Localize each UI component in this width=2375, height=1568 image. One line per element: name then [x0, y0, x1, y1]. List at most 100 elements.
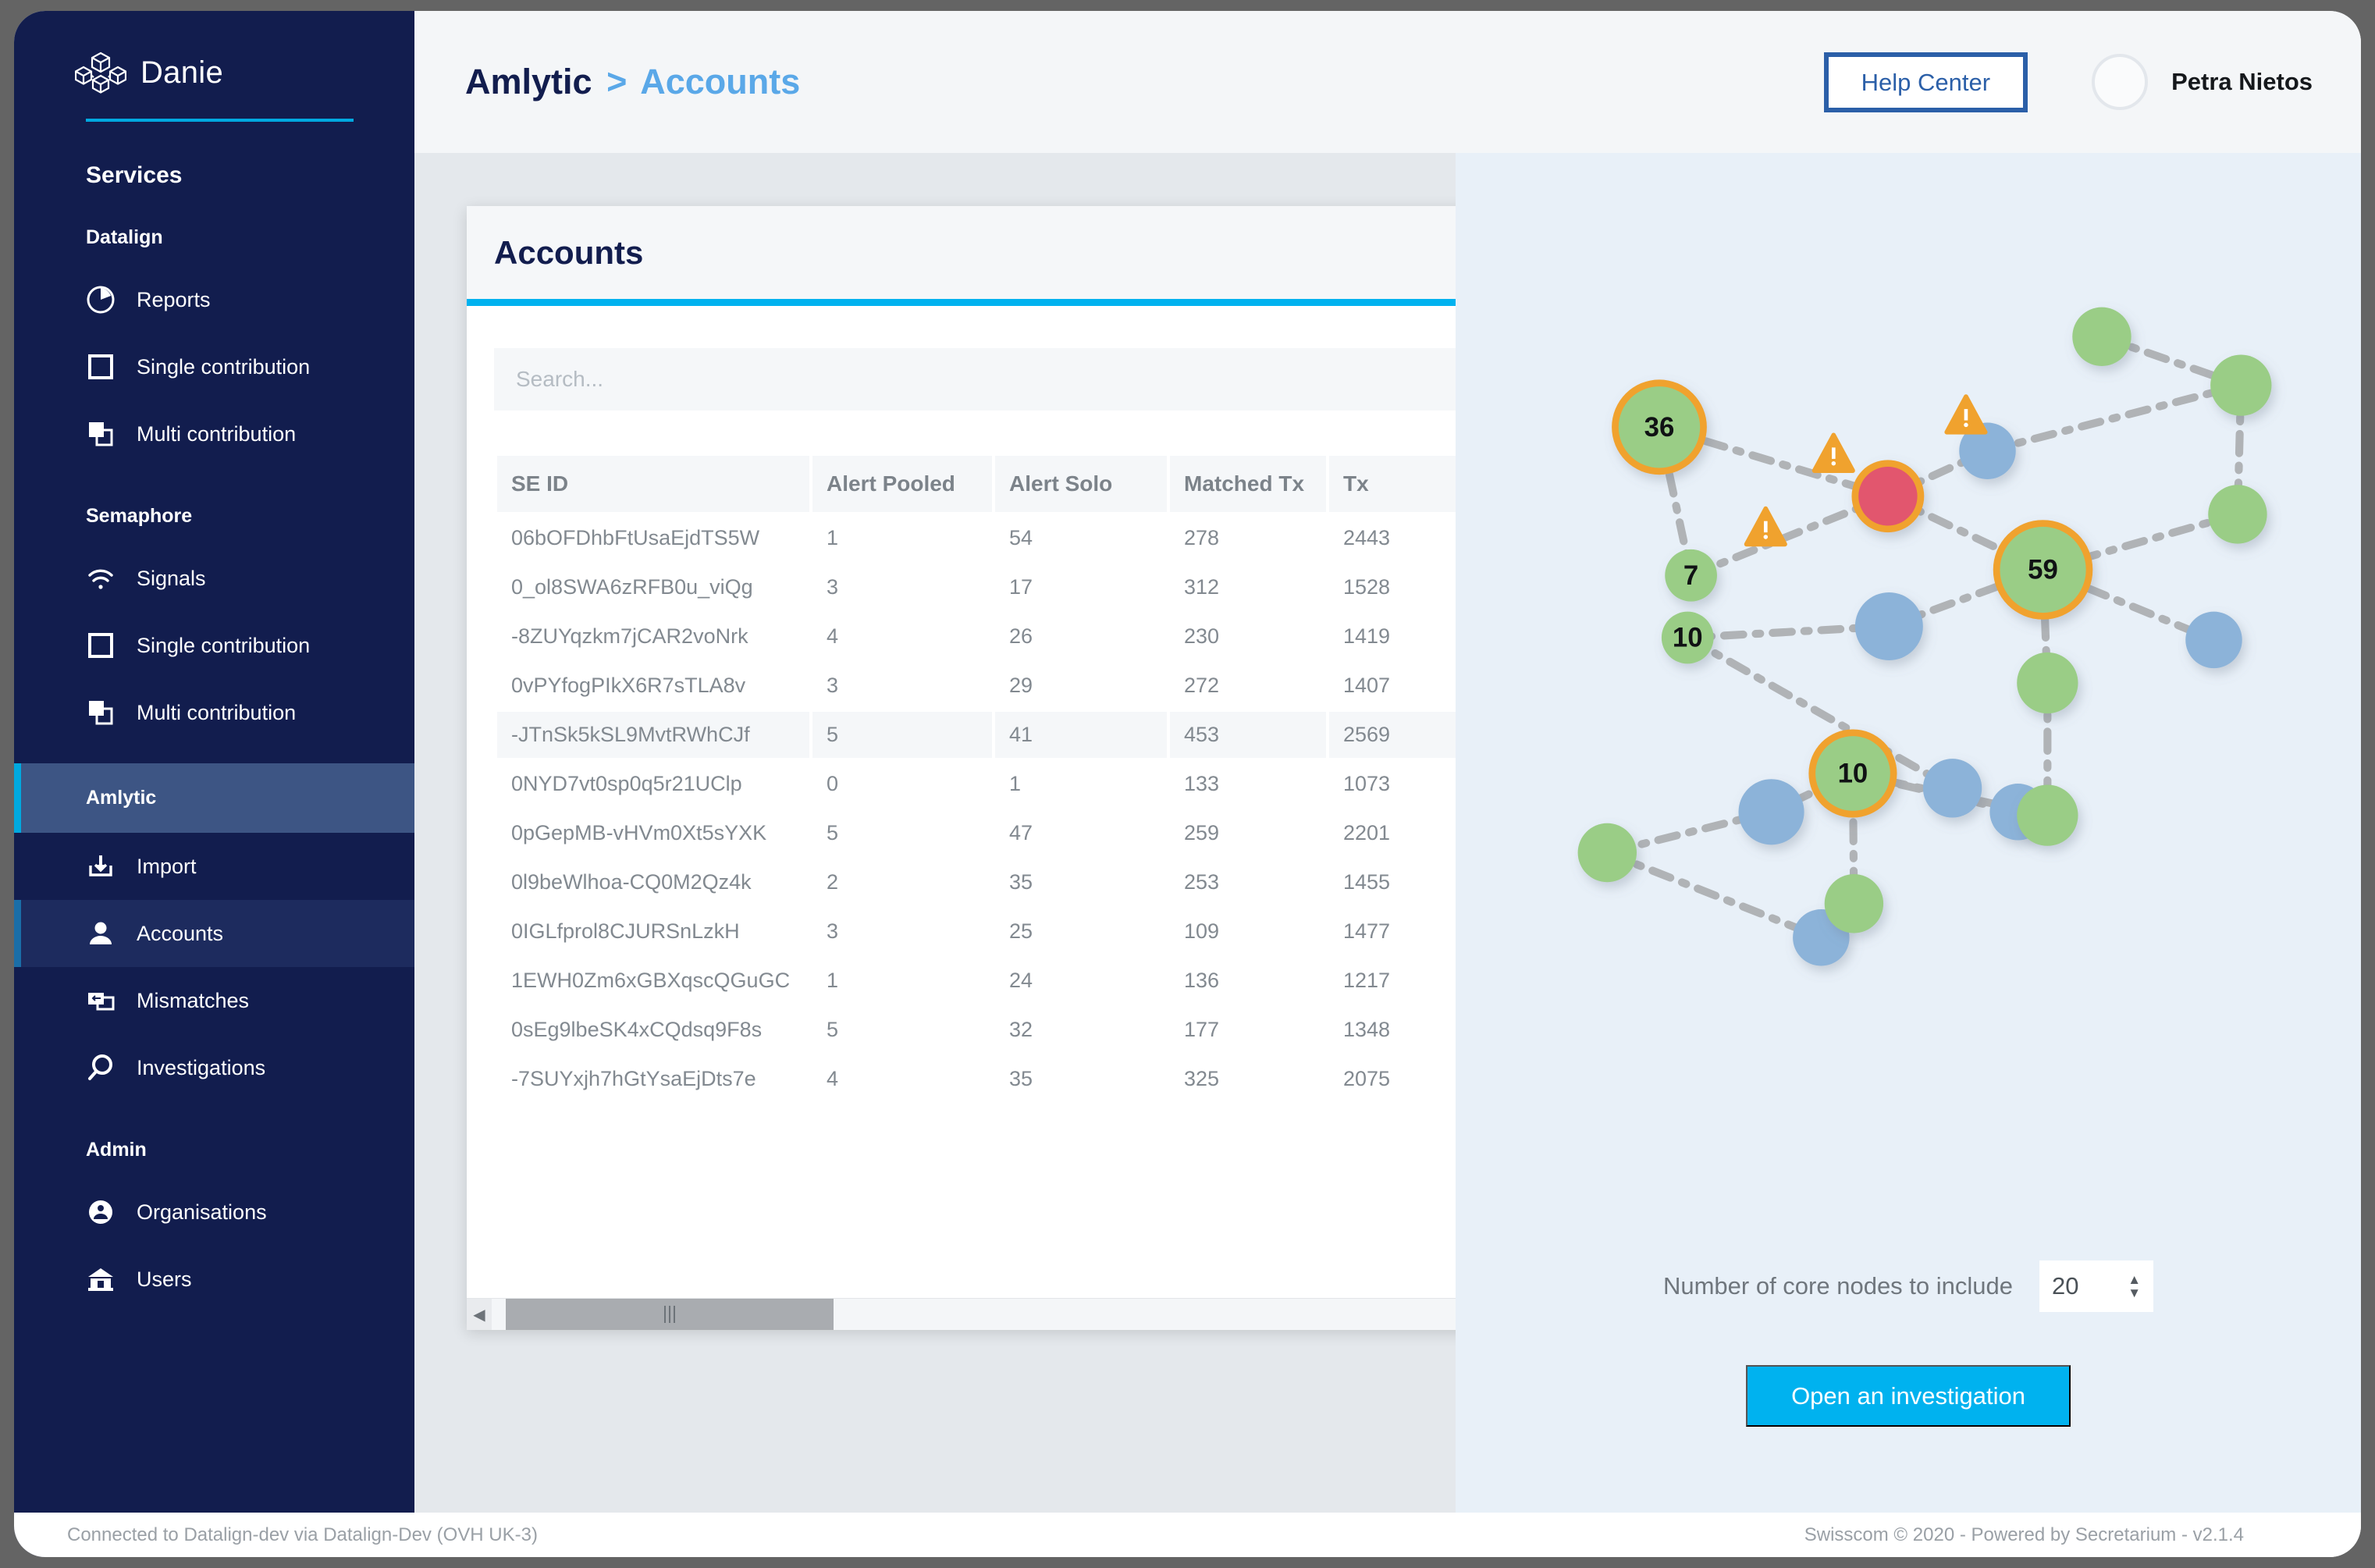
graph-node[interactable] [2017, 652, 2078, 714]
graph-node[interactable] [1922, 759, 1982, 818]
table-row[interactable]: 0_ol8SWA6zRFB0u_viQg 3 17 312 1528 [497, 564, 1456, 610]
graph-node[interactable] [2017, 784, 2078, 846]
column-header-alert-pooled[interactable]: Alert Pooled [812, 456, 992, 512]
graph-node-circle[interactable] [1738, 779, 1804, 845]
graph-node-circle[interactable] [2072, 307, 2131, 366]
core-nodes-value[interactable]: 20 [2052, 1272, 2128, 1300]
graph-node[interactable] [1851, 460, 1925, 533]
warning-dot-icon [1831, 460, 1836, 466]
chevron-up-icon[interactable]: ▲ [2128, 1273, 2141, 1286]
warning-bang-icon [1763, 521, 1768, 533]
user-chip[interactable]: Petra Nietos [2092, 54, 2313, 110]
table-row[interactable]: 0vPYfogPIkX6R7sTLA8v 3 29 272 1407 [497, 663, 1456, 709]
sidebar-item-signals[interactable]: Signals [14, 545, 414, 612]
sidebar-item-investigations[interactable]: Investigations [14, 1034, 414, 1101]
table-row[interactable]: 0IGLfprol8CJURSnLzkH 3 25 109 1477 [497, 908, 1456, 955]
table-row[interactable]: 0l9beWlhoa-CQ0M2Qz4k 2 35 253 1455 [497, 859, 1456, 905]
graph-node-circle[interactable] [2017, 784, 2078, 846]
cell-se-id: 0vPYfogPIkX6R7sTLA8v [497, 663, 809, 709]
accounts-table: SE ID Alert Pooled Alert Solo Matched Tx… [494, 453, 1456, 1105]
sidebar-item-organisations[interactable]: Organisations [14, 1179, 414, 1246]
layers-icon [86, 419, 116, 449]
graph-node[interactable] [1577, 823, 1637, 883]
table-row[interactable]: 06bOFDhbFtUsaEjdTS5W 1 54 278 2443 [497, 515, 1456, 561]
sidebar: Danie Services Datalign Reports Single c… [14, 11, 414, 1557]
sidebar-group-amlytic[interactable]: Amlytic [14, 763, 414, 833]
graph-node-labeled[interactable]: 59 [1993, 520, 2093, 620]
table-row[interactable]: 0pGepMB-vHVm0Xt5sYXK 5 47 259 2201 [497, 810, 1456, 856]
graph-node[interactable] [2210, 354, 2272, 416]
graph-node[interactable] [2185, 611, 2242, 669]
sidebar-item-users[interactable]: Users [14, 1246, 414, 1313]
search-input[interactable]: Search... [494, 348, 1456, 411]
graph-node[interactable] [1824, 874, 1884, 933]
cell-alert-pooled: 1 [812, 958, 992, 1004]
sidebar-item-single-contribution-semaphore[interactable]: Single contribution [14, 612, 414, 679]
cell-alert-solo: 24 [995, 958, 1167, 1004]
open-investigation-button[interactable]: Open an investigation [1746, 1365, 2071, 1427]
graph-node-labeled[interactable]: 10 [1808, 729, 1897, 818]
sidebar-item-single-contribution-datalign[interactable]: Single contribution [14, 333, 414, 400]
scrollbar-track[interactable] [492, 1299, 1456, 1330]
graph-node-labeled[interactable]: 36 [1612, 379, 1707, 475]
graph-node-circle[interactable] [2185, 611, 2242, 669]
footer: Connected to Datalign-dev via Datalign-D… [14, 1513, 2361, 1557]
network-graph[interactable]: 36 7 59 10 10 [1456, 153, 2361, 1168]
column-header-tx[interactable]: Tx [1329, 456, 1456, 512]
sidebar-item-accounts[interactable]: Accounts [14, 900, 414, 967]
scrollbar-thumb[interactable] [506, 1299, 834, 1330]
sidebar-group-admin[interactable]: Admin [14, 1101, 414, 1179]
table-row[interactable]: -8ZUYqzkm7jCAR2voNrk 4 26 230 1419 [497, 613, 1456, 660]
cell-matched-tx: 109 [1170, 908, 1326, 955]
warning-bang-icon [1831, 447, 1836, 459]
sidebar-item-multi-contribution-semaphore[interactable]: Multi contribution [14, 679, 414, 746]
column-header-se-id[interactable]: SE ID [497, 456, 809, 512]
graph-node[interactable] [1854, 592, 1923, 660]
graph-node-circle[interactable] [2210, 354, 2272, 416]
sidebar-item-mismatches[interactable]: Mismatches [14, 967, 414, 1034]
graph-node-labeled[interactable]: 7 [1665, 549, 1717, 602]
core-nodes-stepper[interactable]: 20 ▲ ▼ [2039, 1260, 2154, 1312]
network-cubes-icon [74, 52, 127, 94]
graph-node[interactable] [2072, 307, 2131, 366]
table-row[interactable]: -JTnSk5kSL9MvtRWhCJf 5 41 453 2569 [497, 712, 1456, 758]
graph-node-circle[interactable] [1577, 823, 1637, 883]
sidebar-item-import[interactable]: Import [14, 833, 414, 900]
cell-alert-pooled: 4 [812, 1056, 992, 1102]
card-accent-bar [467, 299, 1456, 306]
graph-node-circle[interactable] [1922, 759, 1982, 818]
graph-edge [1603, 848, 1826, 942]
sidebar-item-multi-contribution-datalign[interactable]: Multi contribution [14, 400, 414, 468]
table-row[interactable]: 1EWH0Zm6xGBXqscQGuGC 1 24 136 1217 [497, 958, 1456, 1004]
pie-chart-icon [86, 285, 116, 315]
cell-se-id: -8ZUYqzkm7jCAR2voNrk [497, 613, 809, 660]
table-row[interactable]: 0sEg9lbeSK4xCQdsq9F8s 5 32 177 1348 [497, 1007, 1456, 1053]
table-horizontal-scrollbar[interactable]: ◀ ▶ [467, 1298, 1456, 1330]
sidebar-group-semaphore[interactable]: Semaphore [14, 468, 414, 545]
sidebar-group-datalign[interactable]: Datalign [14, 189, 414, 266]
sidebar-item-reports[interactable]: Reports [14, 266, 414, 333]
stepper-arrows[interactable]: ▲ ▼ [2128, 1273, 2141, 1300]
sidebar-item-label: Single contribution [137, 633, 311, 657]
graph-node-circle[interactable] [1858, 467, 1918, 526]
sidebar-item-label: Accounts [137, 921, 224, 945]
scroll-left-arrow-icon[interactable]: ◀ [467, 1299, 492, 1330]
column-header-matched-tx[interactable]: Matched Tx [1170, 456, 1326, 512]
table-row[interactable]: 0NYD7vt0sp0q5r21UClp 0 1 133 1073 [497, 761, 1456, 807]
breadcrumb-root[interactable]: Amlytic [465, 62, 592, 101]
graph-node-circle[interactable] [2017, 652, 2078, 714]
chevron-down-icon[interactable]: ▼ [2128, 1286, 2141, 1300]
graph-node-circle[interactable] [1854, 592, 1923, 660]
table-row[interactable]: -7SUYxjh7hGtYsaEjDts7e 4 35 325 2075 [497, 1056, 1456, 1102]
graph-node[interactable] [1738, 779, 1804, 845]
graph-node-circle[interactable] [1824, 874, 1884, 933]
graph-node-circle[interactable] [2208, 485, 2267, 544]
graph-node[interactable] [2208, 485, 2267, 544]
help-center-button[interactable]: Help Center [1823, 52, 2028, 112]
sidebar-section-services: Services [86, 162, 183, 188]
breadcrumb-leaf[interactable]: Accounts [640, 62, 800, 101]
column-header-alert-solo[interactable]: Alert Solo [995, 456, 1167, 512]
graph-node-labeled[interactable]: 10 [1661, 611, 1714, 664]
sidebar-item-label: Import [137, 854, 197, 878]
wifi-icon [86, 564, 116, 593]
